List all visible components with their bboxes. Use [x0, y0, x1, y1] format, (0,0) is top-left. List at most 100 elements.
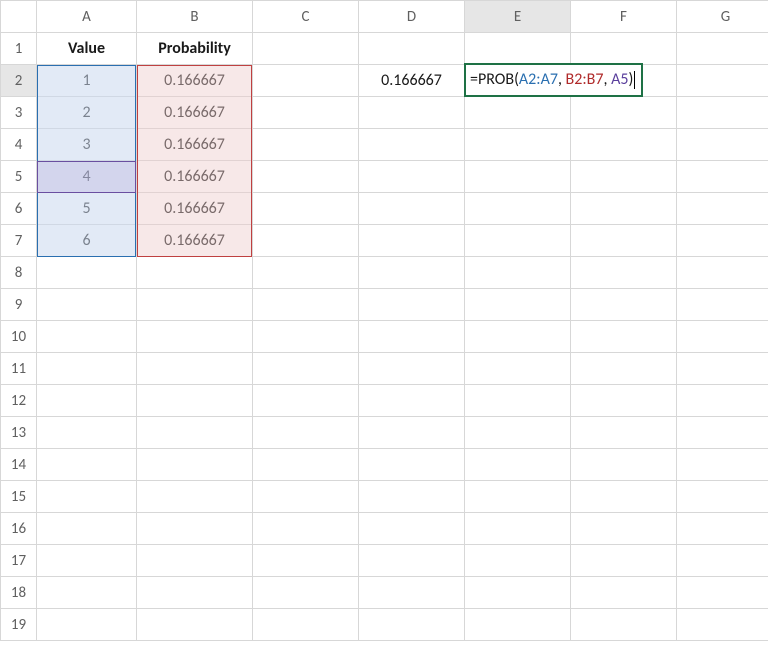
- cell-A16[interactable]: [37, 513, 137, 545]
- cell-C12[interactable]: [253, 385, 359, 417]
- cell-F10[interactable]: [571, 321, 677, 353]
- row-header-15[interactable]: 15: [1, 481, 37, 513]
- cell-C13[interactable]: [253, 417, 359, 449]
- cell-F5[interactable]: [571, 161, 677, 193]
- cell-D15[interactable]: [359, 481, 465, 513]
- row-header-13[interactable]: 13: [1, 417, 37, 449]
- cell-E6[interactable]: [465, 193, 571, 225]
- cell-B8[interactable]: [137, 257, 253, 289]
- cell-F14[interactable]: [571, 449, 677, 481]
- cell-C2[interactable]: [253, 65, 359, 97]
- cell-C10[interactable]: [253, 321, 359, 353]
- row-header-5[interactable]: 5: [1, 161, 37, 193]
- row-header-11[interactable]: 11: [1, 353, 37, 385]
- cell-C5[interactable]: [253, 161, 359, 193]
- row-header-2[interactable]: 2: [1, 65, 37, 97]
- cell-F19[interactable]: [571, 609, 677, 641]
- cell-G3[interactable]: [677, 97, 768, 129]
- cell-D14[interactable]: [359, 449, 465, 481]
- cell-grid[interactable]: A B C D E F G 1 Value Probability 2 1 0.…: [0, 0, 768, 641]
- cell-E11[interactable]: [465, 353, 571, 385]
- cell-D18[interactable]: [359, 577, 465, 609]
- cell-B6[interactable]: 0.166667: [137, 193, 253, 225]
- cell-B19[interactable]: [137, 609, 253, 641]
- cell-C17[interactable]: [253, 545, 359, 577]
- cell-C14[interactable]: [253, 449, 359, 481]
- cell-B5[interactable]: 0.166667: [137, 161, 253, 193]
- cell-A10[interactable]: [37, 321, 137, 353]
- cell-F12[interactable]: [571, 385, 677, 417]
- cell-D2[interactable]: 0.166667: [359, 65, 465, 97]
- cell-B10[interactable]: [137, 321, 253, 353]
- cell-B7[interactable]: 0.166667: [137, 225, 253, 257]
- row-header-17[interactable]: 17: [1, 545, 37, 577]
- cell-B18[interactable]: [137, 577, 253, 609]
- cell-A1[interactable]: Value: [37, 33, 137, 65]
- col-header-F[interactable]: F: [571, 1, 677, 33]
- cell-F8[interactable]: [571, 257, 677, 289]
- row-header-1[interactable]: 1: [1, 33, 37, 65]
- cell-E7[interactable]: [465, 225, 571, 257]
- cell-A13[interactable]: [37, 417, 137, 449]
- cell-A12[interactable]: [37, 385, 137, 417]
- cell-D12[interactable]: [359, 385, 465, 417]
- cell-B3[interactable]: 0.166667: [137, 97, 253, 129]
- cell-B13[interactable]: [137, 417, 253, 449]
- row-header-19[interactable]: 19: [1, 609, 37, 641]
- spreadsheet-grid[interactable]: A B C D E F G 1 Value Probability 2 1 0.…: [0, 0, 768, 645]
- cell-C3[interactable]: [253, 97, 359, 129]
- cell-E10[interactable]: [465, 321, 571, 353]
- cell-B4[interactable]: 0.166667: [137, 129, 253, 161]
- cell-G15[interactable]: [677, 481, 768, 513]
- cell-B16[interactable]: [137, 513, 253, 545]
- cell-A4[interactable]: 3: [37, 129, 137, 161]
- cell-G12[interactable]: [677, 385, 768, 417]
- cell-E14[interactable]: [465, 449, 571, 481]
- cell-B11[interactable]: [137, 353, 253, 385]
- formula-editor[interactable]: =PROB(A2:A7, B2:B7, A5): [464, 63, 643, 97]
- row-header-14[interactable]: 14: [1, 449, 37, 481]
- cell-A8[interactable]: [37, 257, 137, 289]
- cell-F11[interactable]: [571, 353, 677, 385]
- row-header-9[interactable]: 9: [1, 289, 37, 321]
- cell-D1[interactable]: [359, 33, 465, 65]
- cell-D4[interactable]: [359, 129, 465, 161]
- cell-E12[interactable]: [465, 385, 571, 417]
- cell-G7[interactable]: [677, 225, 768, 257]
- cell-A5[interactable]: 4: [37, 161, 137, 193]
- cell-A3[interactable]: 2: [37, 97, 137, 129]
- cell-C8[interactable]: [253, 257, 359, 289]
- cell-G9[interactable]: [677, 289, 768, 321]
- cell-E5[interactable]: [465, 161, 571, 193]
- cell-A15[interactable]: [37, 481, 137, 513]
- cell-D10[interactable]: [359, 321, 465, 353]
- col-header-G[interactable]: G: [677, 1, 768, 33]
- cell-A11[interactable]: [37, 353, 137, 385]
- row-header-6[interactable]: 6: [1, 193, 37, 225]
- cell-E16[interactable]: [465, 513, 571, 545]
- cell-F1[interactable]: [571, 33, 677, 65]
- col-header-E[interactable]: E: [465, 1, 571, 33]
- row-header-7[interactable]: 7: [1, 225, 37, 257]
- cell-E4[interactable]: [465, 129, 571, 161]
- cell-C1[interactable]: [253, 33, 359, 65]
- row-header-4[interactable]: 4: [1, 129, 37, 161]
- cell-E18[interactable]: [465, 577, 571, 609]
- cell-G17[interactable]: [677, 545, 768, 577]
- cell-A19[interactable]: [37, 609, 137, 641]
- col-header-A[interactable]: A: [37, 1, 137, 33]
- cell-D11[interactable]: [359, 353, 465, 385]
- cell-C7[interactable]: [253, 225, 359, 257]
- cell-B17[interactable]: [137, 545, 253, 577]
- cell-D19[interactable]: [359, 609, 465, 641]
- cell-F13[interactable]: [571, 417, 677, 449]
- cell-D5[interactable]: [359, 161, 465, 193]
- cell-A9[interactable]: [37, 289, 137, 321]
- row-header-16[interactable]: 16: [1, 513, 37, 545]
- row-header-18[interactable]: 18: [1, 577, 37, 609]
- cell-F17[interactable]: [571, 545, 677, 577]
- cell-E13[interactable]: [465, 417, 571, 449]
- cell-D17[interactable]: [359, 545, 465, 577]
- cell-E1[interactable]: [465, 33, 571, 65]
- cell-F7[interactable]: [571, 225, 677, 257]
